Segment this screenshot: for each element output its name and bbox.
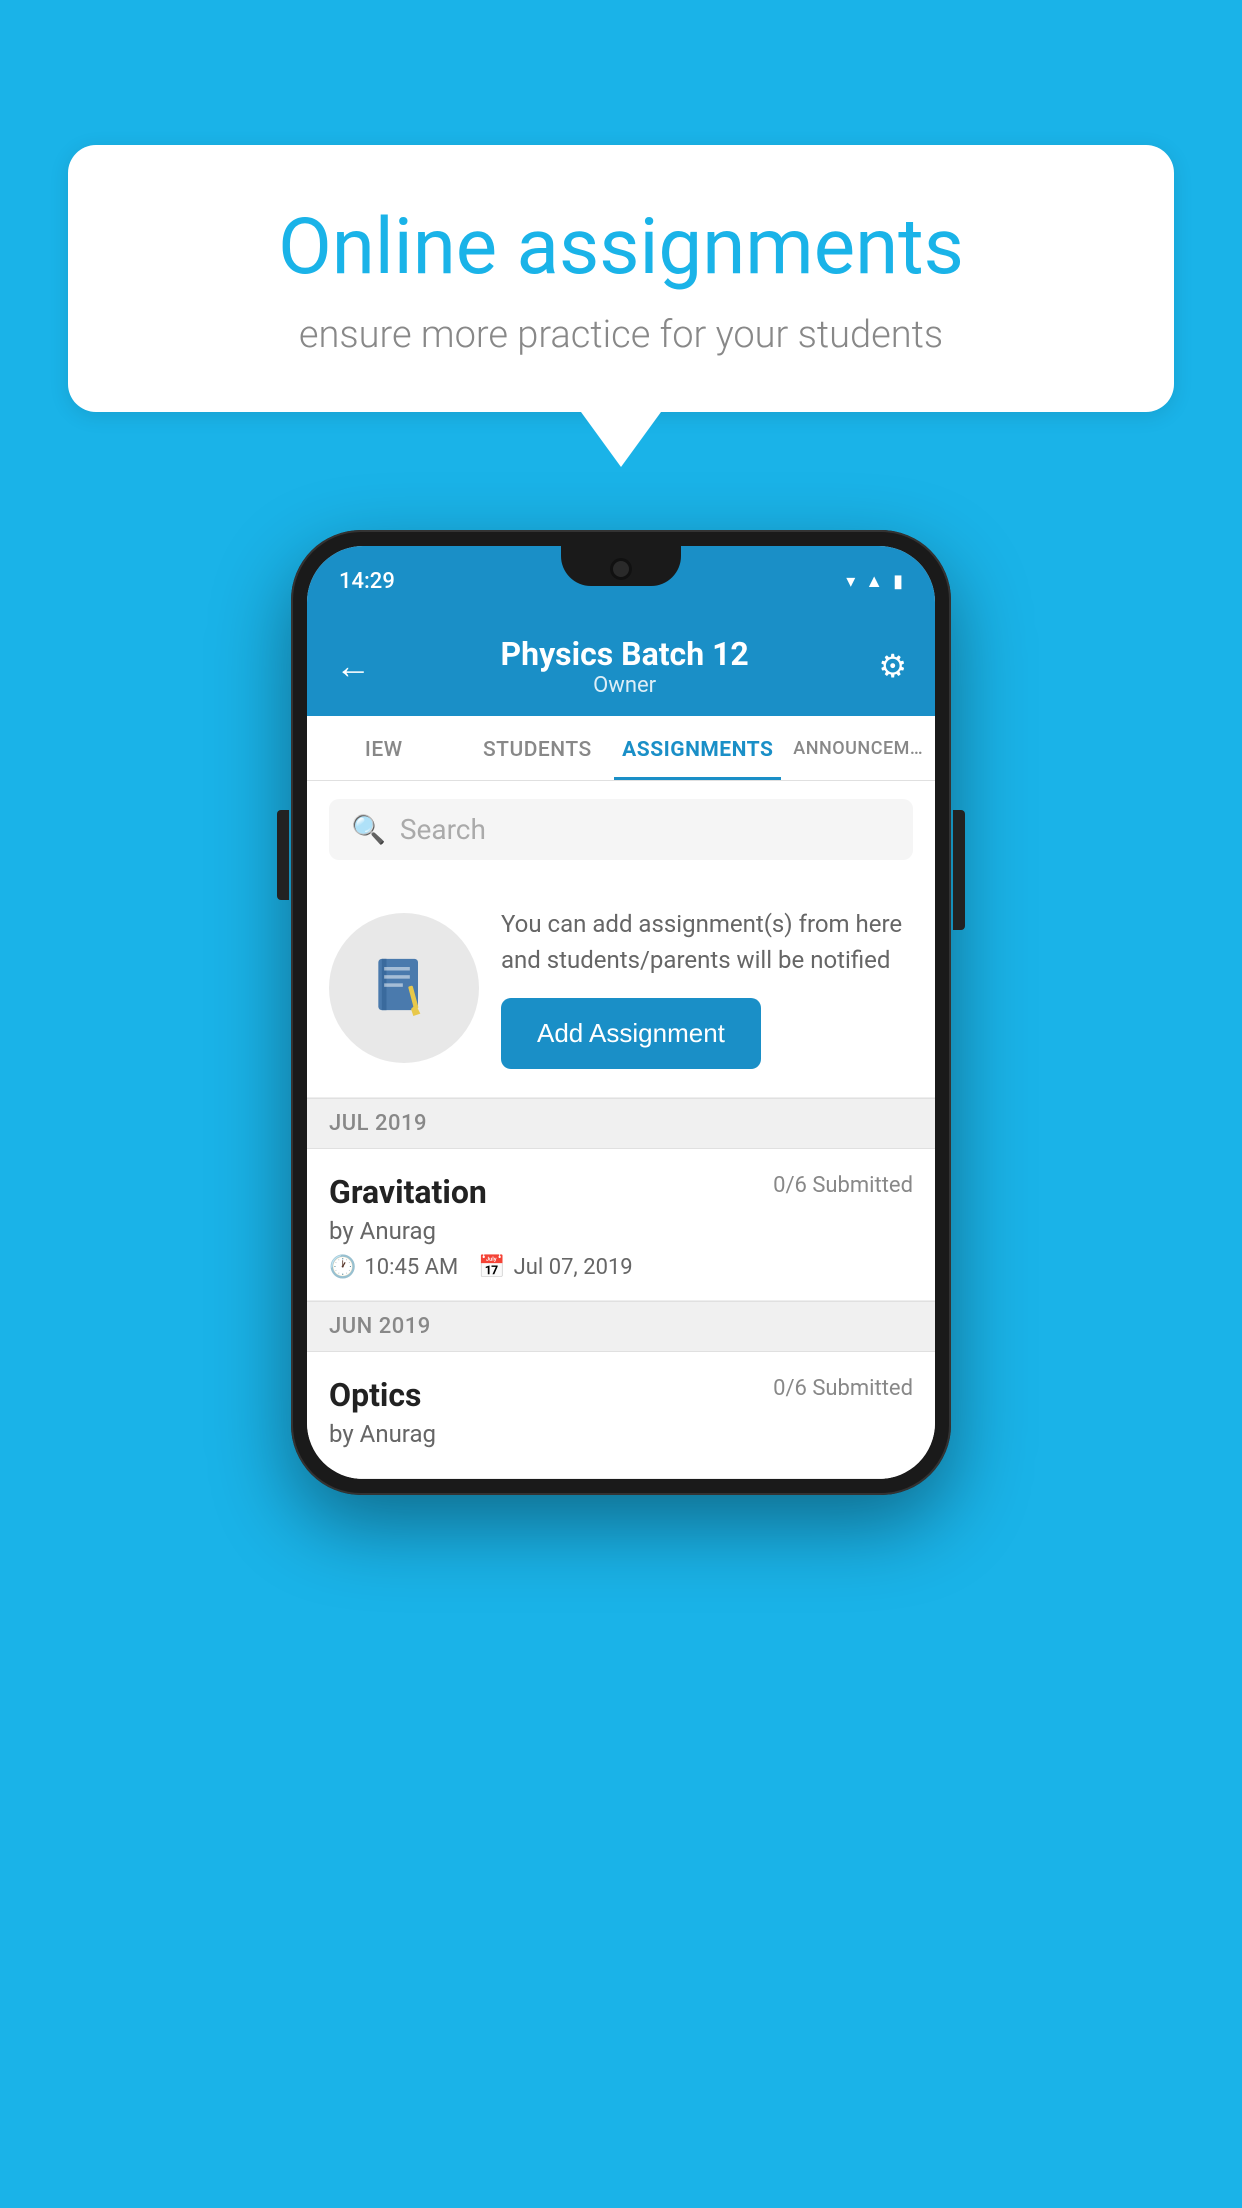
page-title: Physics Batch 12 (371, 635, 878, 673)
assignment-time: 10:45 AM (364, 1255, 458, 1280)
search-icon: 🔍 (351, 813, 386, 846)
add-assignment-button[interactable]: Add Assignment (501, 998, 761, 1069)
status-bar: 14:29 ▾ ▲ ▮ (307, 546, 935, 616)
status-time: 14:29 (339, 569, 395, 594)
promo-icon-circle (329, 913, 479, 1063)
speech-bubble-section: Online assignments ensure more practice … (68, 145, 1174, 467)
assignment-optics-status: 0/6 Submitted (773, 1376, 913, 1401)
phone-frame: 14:29 ▾ ▲ ▮ ← Physics Batch 12 Owner ⚙ (291, 530, 951, 1495)
bubble-subtitle: ensure more practice for your students (138, 313, 1104, 357)
tab-iew[interactable]: IEW (307, 716, 461, 780)
page-subtitle: Owner (371, 673, 878, 698)
tab-students[interactable]: STUDENTS (461, 716, 615, 780)
assignment-gravitation[interactable]: Gravitation 0/6 Submitted by Anurag 🕐 10… (307, 1149, 935, 1301)
assignment-optics-author: by Anurag (329, 1420, 913, 1448)
clock-icon: 🕐 (329, 1255, 356, 1280)
assignment-status: 0/6 Submitted (773, 1173, 913, 1198)
signal-icon: ▲ (865, 571, 883, 592)
tab-assignments[interactable]: ASSIGNMENTS (614, 716, 781, 780)
assignment-author: by Anurag (329, 1217, 913, 1245)
status-icons: ▾ ▲ ▮ (846, 571, 903, 592)
meta-time: 🕐 10:45 AM (329, 1255, 458, 1280)
camera-notch (610, 558, 632, 580)
section-jul-2019: JUL 2019 (307, 1098, 935, 1149)
assignment-meta: 🕐 10:45 AM 📅 Jul 07, 2019 (329, 1255, 913, 1280)
battery-icon: ▮ (893, 571, 903, 592)
calendar-icon: 📅 (478, 1255, 505, 1280)
phone-outer: 14:29 ▾ ▲ ▮ ← Physics Batch 12 Owner ⚙ (291, 530, 951, 1495)
assignment-optics-title: Optics (329, 1376, 421, 1414)
bubble-title: Online assignments (138, 205, 1104, 291)
app-header: ← Physics Batch 12 Owner ⚙ (307, 616, 935, 716)
section-jun-2019: JUN 2019 (307, 1301, 935, 1352)
promo-description: You can add assignment(s) from here and … (501, 906, 913, 978)
assignment-optics-row-top: Optics 0/6 Submitted (329, 1376, 913, 1414)
speech-bubble: Online assignments ensure more practice … (68, 145, 1174, 412)
header-title-wrap: Physics Batch 12 Owner (371, 635, 878, 698)
assignment-row-top: Gravitation 0/6 Submitted (329, 1173, 913, 1211)
bubble-arrow (581, 412, 661, 467)
search-section: 🔍 Search (307, 781, 935, 878)
meta-date: 📅 Jul 07, 2019 (478, 1255, 632, 1280)
promo-block: You can add assignment(s) from here and … (307, 878, 935, 1098)
search-bar[interactable]: 🔍 Search (329, 799, 913, 860)
settings-button[interactable]: ⚙ (878, 647, 907, 685)
search-placeholder: Search (400, 813, 486, 846)
phone-screen: 14:29 ▾ ▲ ▮ ← Physics Batch 12 Owner ⚙ (307, 546, 935, 1479)
assignment-title: Gravitation (329, 1173, 487, 1211)
tab-bar: IEW STUDENTS ASSIGNMENTS ANNOUNCEM… (307, 716, 935, 781)
notebook-icon (369, 953, 439, 1023)
wifi-icon: ▾ (846, 571, 855, 592)
promo-text: You can add assignment(s) from here and … (501, 906, 913, 1069)
assignment-optics[interactable]: Optics 0/6 Submitted by Anurag (307, 1352, 935, 1479)
notch-cutout (561, 546, 681, 586)
assignment-date: Jul 07, 2019 (514, 1255, 633, 1280)
back-button[interactable]: ← (335, 645, 371, 687)
tab-announcements[interactable]: ANNOUNCEM… (781, 716, 935, 780)
